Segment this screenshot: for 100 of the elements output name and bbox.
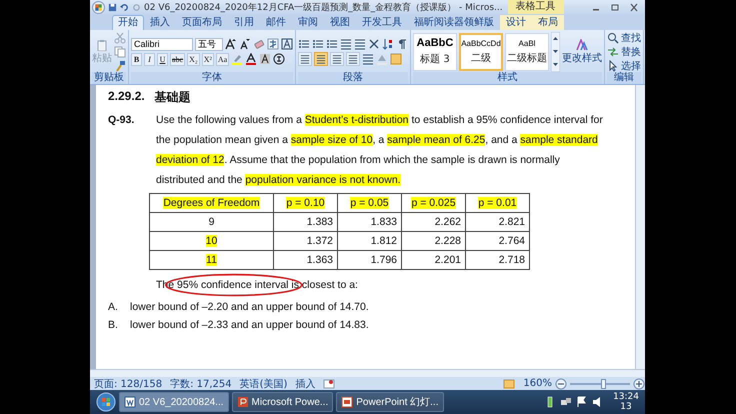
save-icon[interactable] — [108, 2, 117, 12]
character-border-icon[interactable] — [281, 38, 293, 50]
ribbon-tab[interactable]: 福昕阅读器领鲜版 — [408, 15, 500, 30]
flag-icon[interactable] — [576, 396, 588, 408]
insert-mode: 插入 — [295, 378, 316, 390]
page-count: 页面: 128/158 — [94, 378, 162, 390]
question-text: Use the following values from a Student’s t-distribution to establish a 95% confidence interval for the population mean given a sample size of 10, a sample mean of 6.25, and a sample standard deviation of 12. Assume that the population from which the sample is drawn is normally distributed and the population variance is not known. — [156, 113, 604, 188]
font-name-field[interactable]: Calibri — [131, 38, 193, 50]
column-header: p = 0.025 — [402, 194, 466, 212]
group-label: 段落 — [298, 72, 408, 84]
table-cell: 1.796 — [338, 250, 402, 270]
style-option[interactable]: AaBbCcDd 二级 — [459, 32, 503, 70]
gallery-scroll-icon[interactable] — [551, 32, 560, 72]
horizontal-scrollbar[interactable] — [90, 369, 645, 377]
replace-button[interactable]: 替换 — [607, 45, 641, 58]
align-left-icon[interactable] — [298, 52, 312, 66]
line-spacing-icon[interactable] — [362, 52, 374, 64]
start-button-icon[interactable] — [96, 392, 116, 412]
letter-a-icon — [576, 38, 588, 50]
shrink-font-icon[interactable] — [239, 38, 251, 50]
character-shading-icon[interactable] — [259, 53, 272, 65]
ribbon-tab[interactable]: 开始 — [112, 15, 144, 30]
zoom-out-icon[interactable] — [555, 378, 567, 390]
restore-icon[interactable] — [610, 2, 620, 12]
table-cell: 1.812 — [338, 232, 402, 250]
pilcrow-icon[interactable] — [396, 38, 408, 50]
swap-arrows-icon — [607, 46, 619, 58]
contextual-tab-group: 表格工具 — [508, 0, 564, 14]
ribbon-tab[interactable]: 页面布局 — [176, 15, 228, 30]
font-size-field[interactable]: 五号 — [195, 38, 223, 50]
word-count: 字数: 17,254 — [170, 378, 232, 390]
style-option[interactable]: AaBbC 标题 3 — [413, 32, 457, 70]
justify-icon[interactable] — [346, 52, 360, 66]
select-button[interactable]: 选择 — [607, 59, 641, 72]
grow-font-icon[interactable] — [225, 38, 237, 50]
ribbon-tab[interactable]: 审阅 — [292, 15, 324, 30]
table-cell: 2.201 — [402, 250, 466, 270]
column-header: Degrees of Freedom — [150, 194, 274, 212]
group-label: 样式 — [413, 72, 602, 84]
undo-icon[interactable] — [120, 2, 129, 12]
option-text: lower bound of –2.33 and an upper bound of 14.83. — [130, 318, 369, 333]
phonetic-icon[interactable] — [267, 38, 279, 50]
table-cell: 1.383 — [274, 212, 338, 232]
close-icon[interactable] — [629, 2, 639, 12]
font-color-icon[interactable] — [245, 53, 258, 65]
table-cell: 1.363 — [274, 250, 338, 270]
bullet-list-icon[interactable] — [298, 38, 310, 50]
zoom-in-icon[interactable] — [633, 378, 645, 390]
table-cell: 2.228 — [402, 232, 466, 250]
table-cell: 11 — [150, 250, 274, 270]
vertical-scrollbar[interactable] — [635, 85, 645, 369]
table-cell: 9 — [150, 212, 274, 232]
ribbon-tab[interactable]: 开发工具 — [356, 15, 408, 30]
find-button[interactable]: 查找 — [607, 31, 641, 44]
align-right-icon[interactable] — [330, 52, 344, 66]
align-center-icon[interactable] — [314, 52, 328, 66]
heading-number: 2.29.2. — [108, 89, 145, 105]
group-label: 字体 — [131, 72, 293, 84]
strikethrough-button[interactable]: abc — [170, 52, 186, 66]
bold-button[interactable]: B — [131, 52, 142, 66]
table-cell: 1.833 — [338, 212, 402, 232]
clock-date: 13 — [620, 402, 632, 412]
ribbon-tab[interactable]: 设计 — [500, 15, 532, 30]
group-label: 剪贴板 — [92, 72, 126, 84]
ribbon-tab[interactable]: 邮件 — [260, 15, 292, 30]
paintbrush-icon[interactable] — [114, 60, 126, 72]
window-title: 02 V6_20200824_2020年12月CFA一级百题预测_数量_金程教育（授课版） - Micros... — [144, 1, 503, 14]
taskbar-button[interactable]: 02 V6_20200824... — [119, 392, 229, 412]
option-text: lower bound of –2.20 and an upper bound of 14.70. — [130, 300, 369, 315]
clock-time: 13:24 — [613, 392, 639, 402]
clipboard-icon — [96, 38, 108, 50]
taskbar-button[interactable]: PowerPoint 幻灯... — [336, 392, 444, 412]
ribbon-tab[interactable]: 插入 — [144, 15, 176, 30]
heading-title: 基础题 — [154, 89, 191, 106]
taskbar-button[interactable]: Microsoft Powe... — [232, 392, 334, 412]
table-cell: 10 — [150, 232, 274, 250]
superscript-button[interactable]: X² — [202, 52, 214, 66]
office-logo-icon[interactable] — [92, 0, 105, 14]
ribbon-tab[interactable]: 布局 — [532, 15, 564, 30]
table-cell: 2.821 — [466, 212, 530, 232]
slide-icon — [341, 396, 354, 408]
network-icon[interactable] — [560, 396, 572, 408]
document-icon — [124, 396, 136, 408]
subscript-button[interactable]: X₂ — [187, 52, 200, 66]
table-cell: 2.718 — [466, 250, 530, 270]
sort-icon[interactable] — [382, 38, 394, 50]
option-letter: A. — [108, 300, 119, 315]
underline-button[interactable]: U — [157, 52, 168, 66]
change-styles-button[interactable]: 更改样式 — [562, 38, 602, 64]
italic-button[interactable]: I — [144, 52, 155, 66]
style-option[interactable]: AaBl 二级标题 — [505, 32, 549, 70]
ribbon-tab[interactable]: 引用 — [228, 15, 260, 30]
column-header: p = 0.10 — [274, 194, 338, 212]
ribbon-tab[interactable]: 视图 — [324, 15, 356, 30]
enclosed-character-icon[interactable] — [273, 53, 286, 65]
presentation-icon — [236, 396, 249, 408]
zoom-slider-thumb[interactable] — [601, 378, 606, 388]
change-case-button[interactable]: Aa — [216, 52, 230, 66]
group-label: 编辑 — [607, 72, 641, 84]
macro-record-icon[interactable] — [323, 378, 336, 390]
